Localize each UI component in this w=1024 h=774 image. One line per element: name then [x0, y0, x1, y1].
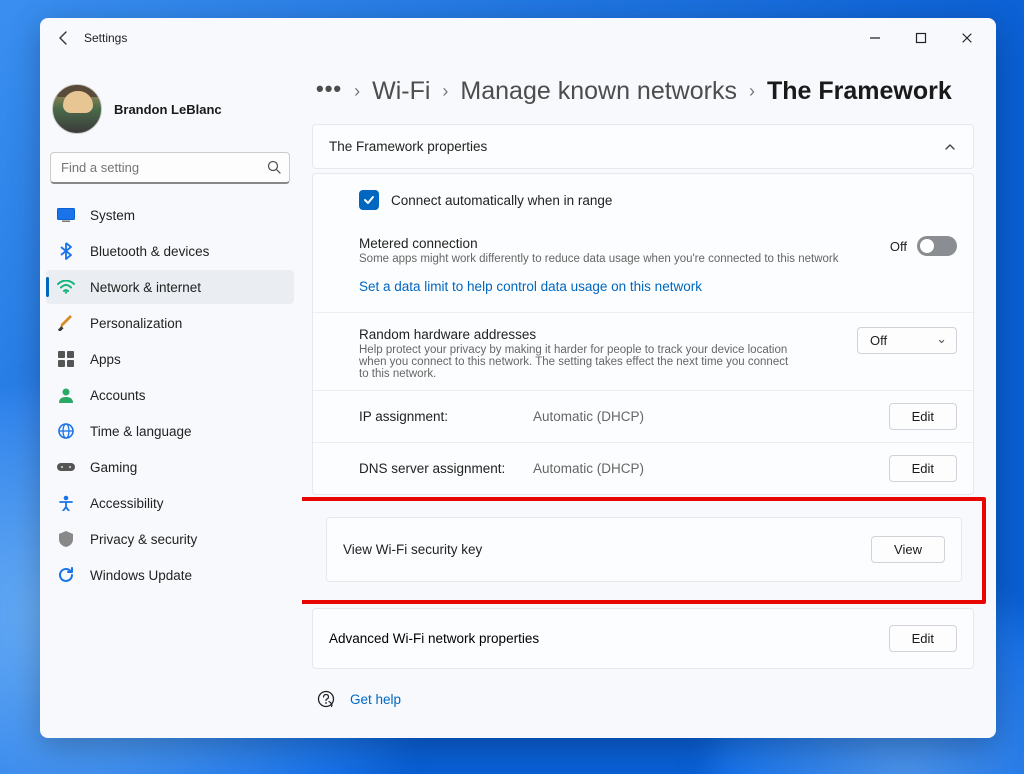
dns-label: DNS server assignment:: [359, 461, 519, 476]
brush-icon: [56, 313, 76, 333]
nav-label: Apps: [90, 352, 121, 367]
security-key-card: View Wi-Fi security key View: [326, 517, 962, 582]
metered-toggle[interactable]: [917, 236, 957, 256]
nav-label: Accessibility: [90, 496, 164, 511]
nav-label: Time & language: [90, 424, 192, 439]
nav-personalization[interactable]: Personalization: [46, 306, 294, 340]
window-controls: [852, 22, 990, 54]
metered-state: Off: [890, 239, 907, 254]
chevron-right-icon: ›: [749, 81, 755, 102]
nav-label: Network & internet: [90, 280, 201, 295]
apps-icon: [56, 349, 76, 369]
titlebar: Settings: [40, 18, 996, 58]
account-icon: [56, 385, 76, 405]
user-row[interactable]: Brandon LeBlanc: [44, 66, 296, 148]
breadcrumb: ••• › Wi-Fi › Manage known networks › Th…: [312, 76, 974, 124]
search-icon: [266, 159, 282, 175]
chevron-right-icon: ›: [354, 81, 360, 102]
ip-value: Automatic (DHCP): [533, 409, 875, 424]
maximize-button[interactable]: [898, 22, 944, 54]
nav-privacy[interactable]: Privacy & security: [46, 522, 294, 556]
search-wrap: [50, 152, 290, 184]
ip-edit-button[interactable]: Edit: [889, 403, 957, 430]
auto-connect-label: Connect automatically when in range: [391, 193, 612, 208]
metered-row: Metered connection Some apps might work …: [313, 226, 973, 271]
advanced-card: Advanced Wi-Fi network properties Edit: [312, 608, 974, 669]
properties-body: Connect automatically when in range Mete…: [312, 173, 974, 495]
minimize-button[interactable]: [852, 22, 898, 54]
breadcrumb-ellipsis[interactable]: •••: [316, 76, 342, 106]
update-icon: [56, 565, 76, 585]
dns-value: Automatic (DHCP): [533, 461, 875, 476]
nav-windows-update[interactable]: Windows Update: [46, 558, 294, 592]
nav-network[interactable]: Network & internet: [46, 270, 294, 304]
sidebar: Brandon LeBlanc System Bluetooth & devic…: [40, 58, 302, 738]
nav-label: Windows Update: [90, 568, 192, 583]
shield-icon: [56, 529, 76, 549]
main-content: ••• › Wi-Fi › Manage known networks › Th…: [302, 58, 996, 738]
nav-label: Personalization: [90, 316, 182, 331]
nav-label: Gaming: [90, 460, 137, 475]
accessibility-icon: [56, 493, 76, 513]
back-button[interactable]: [48, 22, 80, 54]
nav-gaming[interactable]: Gaming: [46, 450, 294, 484]
wifi-icon: [56, 277, 76, 297]
nav-label: Bluetooth & devices: [90, 244, 209, 259]
nav-label: Privacy & security: [90, 532, 197, 547]
properties-title: The Framework properties: [329, 139, 487, 154]
breadcrumb-current: The Framework: [767, 77, 952, 106]
highlight-annotation: View Wi-Fi security key View: [302, 497, 986, 604]
help-icon: [316, 689, 336, 709]
user-name: Brandon LeBlanc: [114, 102, 222, 117]
ip-row: IP assignment: Automatic (DHCP) Edit: [313, 390, 973, 442]
chevron-right-icon: ›: [442, 81, 448, 102]
window-title: Settings: [84, 31, 127, 45]
close-button[interactable]: [944, 22, 990, 54]
system-icon: [56, 205, 76, 225]
metered-desc: Some apps might work differently to redu…: [359, 253, 874, 265]
auto-connect-row[interactable]: Connect automatically when in range: [313, 174, 973, 226]
chevron-up-icon: [943, 140, 957, 154]
random-hw-select[interactable]: Off: [857, 327, 957, 354]
advanced-label: Advanced Wi-Fi network properties: [329, 631, 539, 646]
breadcrumb-wifi[interactable]: Wi-Fi: [372, 77, 430, 106]
dns-edit-button[interactable]: Edit: [889, 455, 957, 482]
help-row: Get help: [312, 669, 974, 729]
nav-bluetooth[interactable]: Bluetooth & devices: [46, 234, 294, 268]
avatar: [52, 84, 102, 134]
nav: System Bluetooth & devices Network & int…: [44, 198, 296, 592]
globe-icon: [56, 421, 76, 441]
search-input[interactable]: [50, 152, 290, 184]
data-limit-link[interactable]: Set a data limit to help control data us…: [313, 271, 973, 312]
ip-label: IP assignment:: [359, 409, 519, 424]
nav-accessibility[interactable]: Accessibility: [46, 486, 294, 520]
properties-header[interactable]: The Framework properties: [312, 124, 974, 169]
random-hw-title: Random hardware addresses: [359, 327, 841, 342]
nav-time-language[interactable]: Time & language: [46, 414, 294, 448]
help-link[interactable]: Get help: [350, 692, 401, 707]
view-security-key-button[interactable]: View: [871, 536, 945, 563]
bluetooth-icon: [56, 241, 76, 261]
nav-system[interactable]: System: [46, 198, 294, 232]
nav-accounts[interactable]: Accounts: [46, 378, 294, 412]
gaming-icon: [56, 457, 76, 477]
advanced-edit-button[interactable]: Edit: [889, 625, 957, 652]
checkbox-checked-icon[interactable]: [359, 190, 379, 210]
breadcrumb-manage[interactable]: Manage known networks: [460, 77, 737, 106]
metered-toggle-wrap: Off: [890, 236, 957, 256]
random-hw-desc: Help protect your privacy by making it h…: [359, 344, 789, 380]
dns-row: DNS server assignment: Automatic (DHCP) …: [313, 442, 973, 494]
nav-label: System: [90, 208, 135, 223]
nav-apps[interactable]: Apps: [46, 342, 294, 376]
settings-window: Settings Brandon LeBlanc: [40, 18, 996, 738]
security-key-label: View Wi-Fi security key: [343, 542, 482, 557]
metered-title: Metered connection: [359, 236, 874, 251]
random-hw-value: Off: [870, 333, 887, 348]
nav-label: Accounts: [90, 388, 146, 403]
random-hw-row: Random hardware addresses Help protect y…: [313, 312, 973, 390]
